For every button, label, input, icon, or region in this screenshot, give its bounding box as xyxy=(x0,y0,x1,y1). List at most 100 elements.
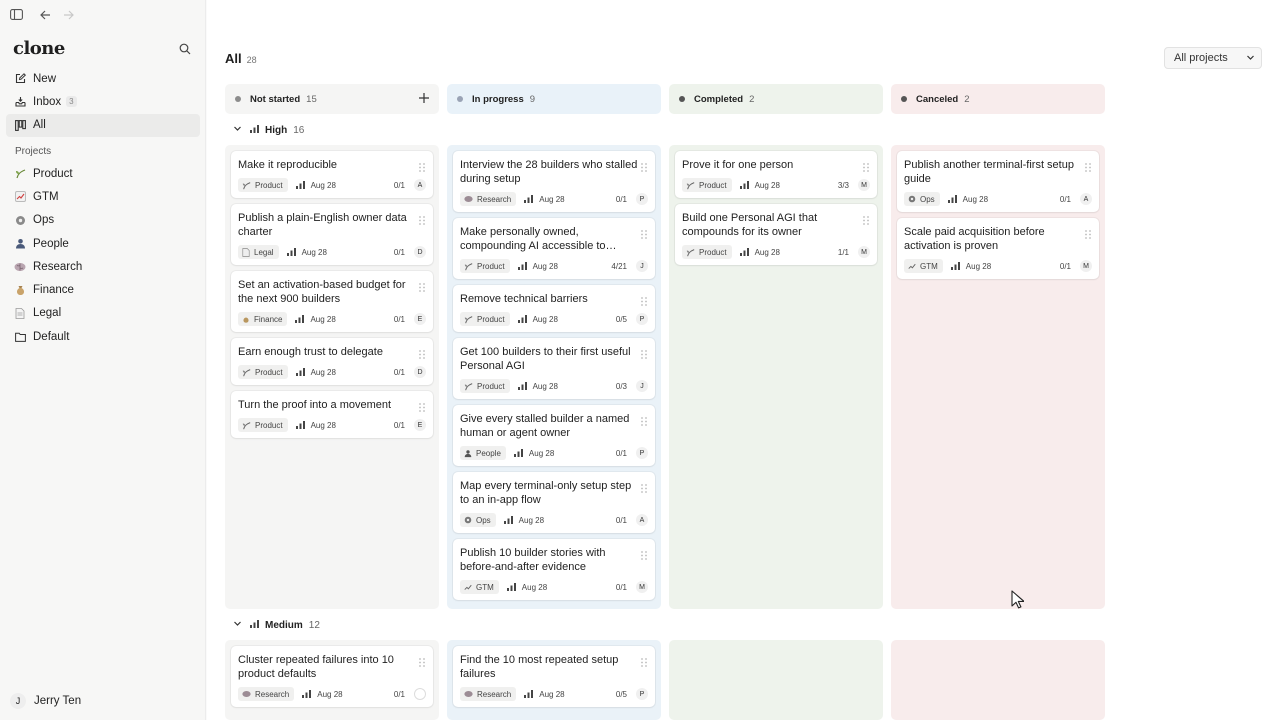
assignee-avatar[interactable]: A xyxy=(1080,193,1092,205)
drag-handle-icon[interactable] xyxy=(1085,159,1091,172)
project-filter-select[interactable]: All projects xyxy=(1164,47,1262,69)
drag-handle-icon[interactable] xyxy=(641,346,647,359)
column-header[interactable]: Not started 15 xyxy=(225,84,439,114)
project-item-product[interactable]: Product xyxy=(6,162,200,185)
assignee-avatar[interactable]: D xyxy=(414,366,426,378)
drag-handle-icon[interactable] xyxy=(863,212,869,225)
project-item-ops[interactable]: Ops xyxy=(6,209,200,232)
project-item-default[interactable]: Default xyxy=(6,325,200,348)
priority-bars-icon[interactable] xyxy=(286,248,296,256)
assignee-avatar[interactable]: P xyxy=(636,313,648,325)
assignee-avatar[interactable]: P xyxy=(636,688,648,700)
group-header[interactable]: Medium 12 xyxy=(233,618,320,632)
task-card[interactable]: Make it reproducible Product Aug 28 0/1 A xyxy=(231,151,433,198)
nav-item-all[interactable]: All xyxy=(6,113,200,137)
priority-bars-icon[interactable] xyxy=(524,690,534,698)
assignee-avatar[interactable]: M xyxy=(1080,260,1092,272)
assignee-avatar[interactable] xyxy=(414,688,426,700)
task-card[interactable]: Prove it for one person Product Aug 28 3/3 M xyxy=(675,151,877,198)
task-card[interactable]: Build one Personal AGI that compounds fo… xyxy=(675,204,877,265)
project-item-legal[interactable]: Legal xyxy=(6,302,200,325)
drag-handle-icon[interactable] xyxy=(641,480,647,493)
drag-handle-icon[interactable] xyxy=(641,654,647,667)
priority-bars-icon[interactable] xyxy=(503,516,513,524)
drag-handle-icon[interactable] xyxy=(419,212,425,225)
priority-bars-icon[interactable] xyxy=(524,195,534,203)
assignee-avatar[interactable]: D xyxy=(414,246,426,258)
drag-handle-icon[interactable] xyxy=(1085,226,1091,239)
task-card[interactable]: Map every terminal-only setup step to an… xyxy=(453,472,655,533)
project-tag[interactable]: Product xyxy=(460,259,510,273)
group-header[interactable]: High 16 xyxy=(233,123,304,137)
priority-bars-icon[interactable] xyxy=(506,583,516,591)
task-card[interactable]: Find the 10 most repeated setup failures… xyxy=(453,646,655,707)
task-card[interactable]: Get 100 builders to their first useful P… xyxy=(453,338,655,399)
task-card[interactable]: Earn enough trust to delegate Product Aug … xyxy=(231,338,433,385)
column-header[interactable]: Canceled 2 xyxy=(891,84,1105,114)
task-card[interactable]: Turn the proof into a movement Product Aug… xyxy=(231,391,433,438)
drag-handle-icon[interactable] xyxy=(419,399,425,412)
task-card[interactable]: Cluster repeated failures into 10 produc… xyxy=(231,646,433,707)
drag-handle-icon[interactable] xyxy=(419,346,425,359)
priority-bars-icon[interactable] xyxy=(517,262,527,270)
drag-handle-icon[interactable] xyxy=(419,279,425,292)
drag-handle-icon[interactable] xyxy=(419,159,425,172)
assignee-avatar[interactable]: M xyxy=(858,246,870,258)
priority-bars-icon[interactable] xyxy=(739,248,749,256)
assignee-avatar[interactable]: A xyxy=(414,179,426,191)
drag-handle-icon[interactable] xyxy=(641,159,647,172)
priority-bars-icon[interactable] xyxy=(295,315,305,323)
search-icon[interactable] xyxy=(179,42,191,60)
project-item-research[interactable]: Research xyxy=(6,255,200,278)
assignee-avatar[interactable]: M xyxy=(636,581,648,593)
project-tag[interactable]: Product xyxy=(682,245,732,259)
assignee-avatar[interactable]: P xyxy=(636,447,648,459)
sidebar-toggle-icon[interactable] xyxy=(10,8,23,21)
project-tag[interactable]: Product xyxy=(238,365,288,379)
add-item-icon[interactable] xyxy=(418,92,430,107)
project-tag[interactable]: GTM xyxy=(460,580,499,594)
priority-bars-icon[interactable] xyxy=(517,382,527,390)
project-tag[interactable]: Legal xyxy=(238,245,279,259)
drag-handle-icon[interactable] xyxy=(641,413,647,426)
task-card[interactable]: Remove technical barriers Product Aug 28 0/… xyxy=(453,285,655,332)
priority-bars-icon[interactable] xyxy=(302,690,312,698)
project-tag[interactable]: Product xyxy=(460,312,510,326)
nav-item-inbox[interactable]: Inbox 3 xyxy=(6,90,200,113)
project-tag[interactable]: Product xyxy=(238,178,288,192)
task-card[interactable]: Give every stalled builder a named human… xyxy=(453,405,655,466)
assignee-avatar[interactable]: J xyxy=(636,380,648,392)
drag-handle-icon[interactable] xyxy=(863,159,869,172)
priority-bars-icon[interactable] xyxy=(513,449,523,457)
priority-bars-icon[interactable] xyxy=(739,181,749,189)
drag-handle-icon[interactable] xyxy=(419,654,425,667)
project-tag[interactable]: Ops xyxy=(904,192,940,206)
assignee-avatar[interactable]: P xyxy=(636,193,648,205)
priority-bars-icon[interactable] xyxy=(295,368,305,376)
task-card[interactable]: Publish another terminal-first setup gui… xyxy=(897,151,1099,212)
drag-handle-icon[interactable] xyxy=(641,226,647,239)
project-item-gtm[interactable]: GTM xyxy=(6,185,200,208)
project-tag[interactable]: Finance xyxy=(238,312,288,326)
forward-arrow-icon[interactable] xyxy=(62,8,75,21)
priority-bars-icon[interactable] xyxy=(947,195,957,203)
project-tag[interactable]: Research xyxy=(460,687,517,701)
assignee-avatar[interactable]: J xyxy=(636,260,648,272)
task-card[interactable]: Scale paid acquisition before activation… xyxy=(897,218,1099,279)
project-item-people[interactable]: People xyxy=(6,232,200,255)
priority-bars-icon[interactable] xyxy=(517,315,527,323)
assignee-avatar[interactable]: M xyxy=(858,179,870,191)
drag-handle-icon[interactable] xyxy=(641,293,647,306)
project-tag[interactable]: Research xyxy=(460,192,517,206)
assignee-avatar[interactable]: E xyxy=(414,419,426,431)
priority-bars-icon[interactable] xyxy=(950,262,960,270)
project-tag[interactable]: Product xyxy=(682,178,732,192)
task-card[interactable]: Make personally owned, compounding AI ac… xyxy=(453,218,655,279)
project-item-finance[interactable]: Finance xyxy=(6,278,200,301)
project-tag[interactable]: Ops xyxy=(460,513,496,527)
nav-item-new[interactable]: New xyxy=(6,67,200,90)
task-card[interactable]: Set an activation-based budget for the n… xyxy=(231,271,433,332)
back-arrow-icon[interactable] xyxy=(39,8,52,21)
priority-bars-icon[interactable] xyxy=(295,181,305,189)
column-header[interactable]: Completed 2 xyxy=(669,84,883,114)
